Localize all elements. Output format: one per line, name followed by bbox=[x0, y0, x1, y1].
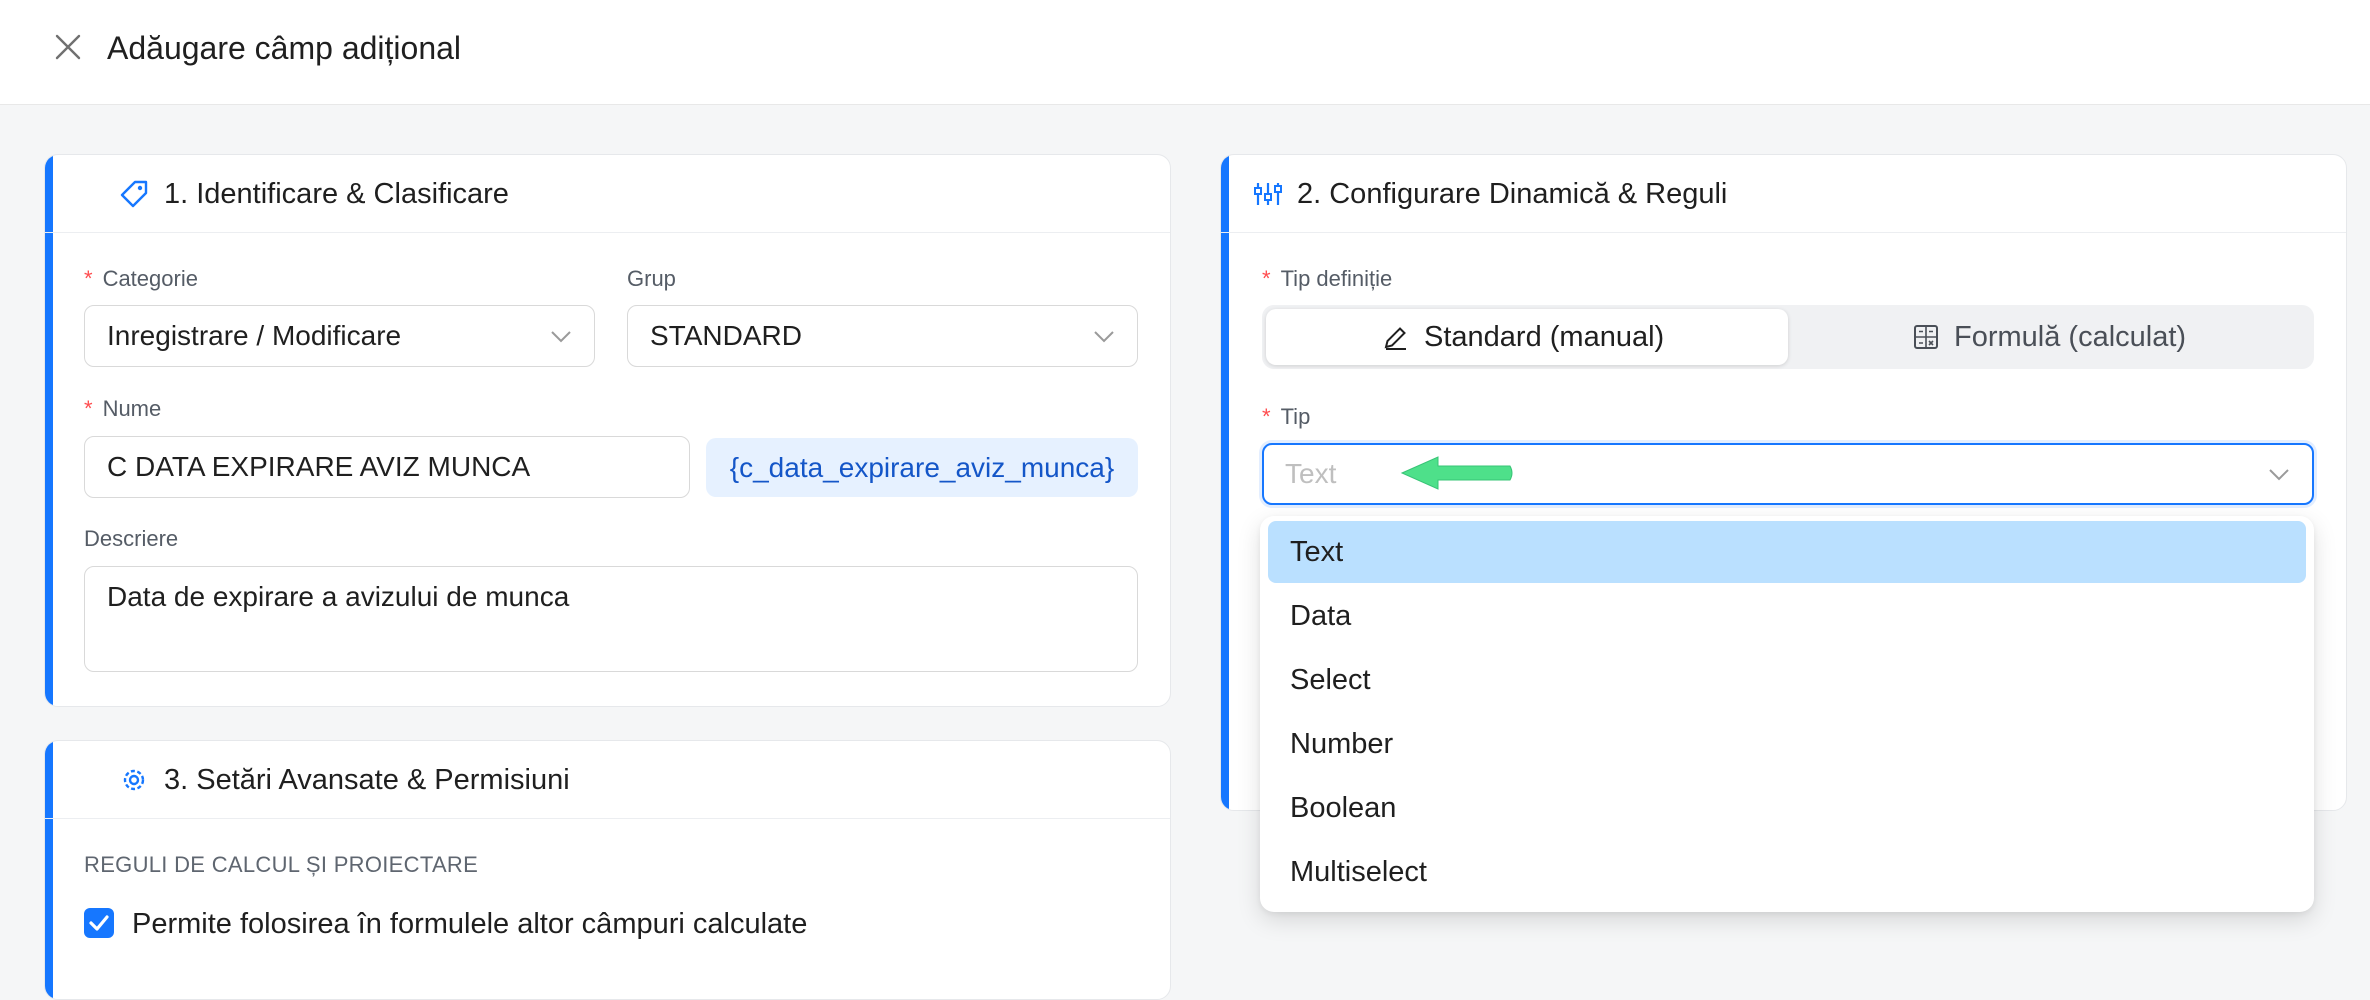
tip-select-placeholder: Text bbox=[1285, 458, 1337, 489]
tip-dropdown-menu: Text Data Select Number Boolean Multisel… bbox=[1260, 516, 2314, 912]
tip-label: * Tip bbox=[1262, 404, 1311, 429]
formula-usage-checkbox[interactable] bbox=[84, 908, 114, 938]
tip-option-data[interactable]: Data bbox=[1268, 585, 2306, 647]
categorie-label: * Categorie bbox=[84, 266, 198, 291]
formula-option[interactable]: Formulă (calculat) bbox=[1792, 309, 2310, 365]
section-title: 2. Configurare Dinamică & Reguli bbox=[1297, 178, 1728, 210]
pen-icon bbox=[1384, 327, 1406, 350]
tip-option-select[interactable]: Select bbox=[1268, 649, 2306, 711]
tip-definitie-segmented: Standard (manual) Formulă (calculat) bbox=[1262, 305, 2314, 369]
calculator-icon bbox=[1914, 325, 1938, 349]
reguli-subheading: REGULI DE CALCUL ȘI PROIECTARE bbox=[84, 852, 479, 877]
standard-option-label: Standard (manual) bbox=[1424, 321, 1665, 353]
chevron-down-icon bbox=[551, 331, 571, 343]
modal-header: Adăugare câmp adițional bbox=[0, 0, 2370, 105]
gear-icon bbox=[123, 769, 145, 791]
categorie-value: Inregistrare / Modificare bbox=[107, 320, 402, 351]
grup-select[interactable]: STANDARD bbox=[627, 305, 1138, 367]
section-header: 3. Setări Avansate & Permisiuni bbox=[45, 741, 1170, 819]
tip-option-multiselect[interactable]: Multiselect bbox=[1268, 841, 2306, 903]
page-title: Adăugare câmp adițional bbox=[107, 30, 462, 66]
sliders-icon bbox=[1254, 183, 1282, 205]
chevron-down-icon bbox=[1094, 331, 1114, 343]
formula-usage-label: Permite folosirea în formulele altor câm… bbox=[132, 908, 808, 940]
close-icon[interactable] bbox=[52, 31, 84, 63]
nume-label: * Nume bbox=[84, 396, 162, 421]
grup-value: STANDARD bbox=[650, 320, 802, 351]
descriere-label: Descriere bbox=[84, 526, 179, 551]
tip-option-text[interactable]: Text bbox=[1268, 521, 2306, 583]
section-accent bbox=[45, 155, 53, 706]
tip-option-boolean[interactable]: Boolean bbox=[1268, 777, 2306, 839]
nume-input[interactable]: C DATA EXPIRARE AVIZ MUNCA bbox=[84, 436, 690, 498]
descriere-textarea[interactable]: Data de expirare a avizului de munca bbox=[84, 566, 1138, 672]
tip-definitie-label: * Tip definiție bbox=[1262, 266, 1393, 291]
formula-option-label: Formulă (calculat) bbox=[1954, 321, 2187, 353]
check-icon bbox=[89, 915, 109, 931]
annotation-arrow-icon bbox=[1400, 456, 1513, 490]
categorie-select[interactable]: Inregistrare / Modificare bbox=[84, 305, 595, 367]
grup-label: Grup bbox=[627, 266, 676, 291]
section-title: 3. Setări Avansate & Permisiuni bbox=[164, 764, 570, 796]
tag-icon bbox=[120, 180, 148, 208]
section-header: 2. Configurare Dinamică & Reguli bbox=[1221, 155, 2346, 233]
section-title: 1. Identificare & Clasificare bbox=[164, 178, 509, 210]
variable-code-tag: {c_data_expirare_aviz_munca} bbox=[706, 438, 1138, 497]
standard-option[interactable]: Standard (manual) bbox=[1266, 309, 1788, 365]
tip-option-number[interactable]: Number bbox=[1268, 713, 2306, 775]
section-accent bbox=[1221, 155, 1229, 810]
section-header: 1. Identificare & Clasificare bbox=[45, 155, 1170, 233]
chevron-down-icon bbox=[2269, 469, 2289, 481]
